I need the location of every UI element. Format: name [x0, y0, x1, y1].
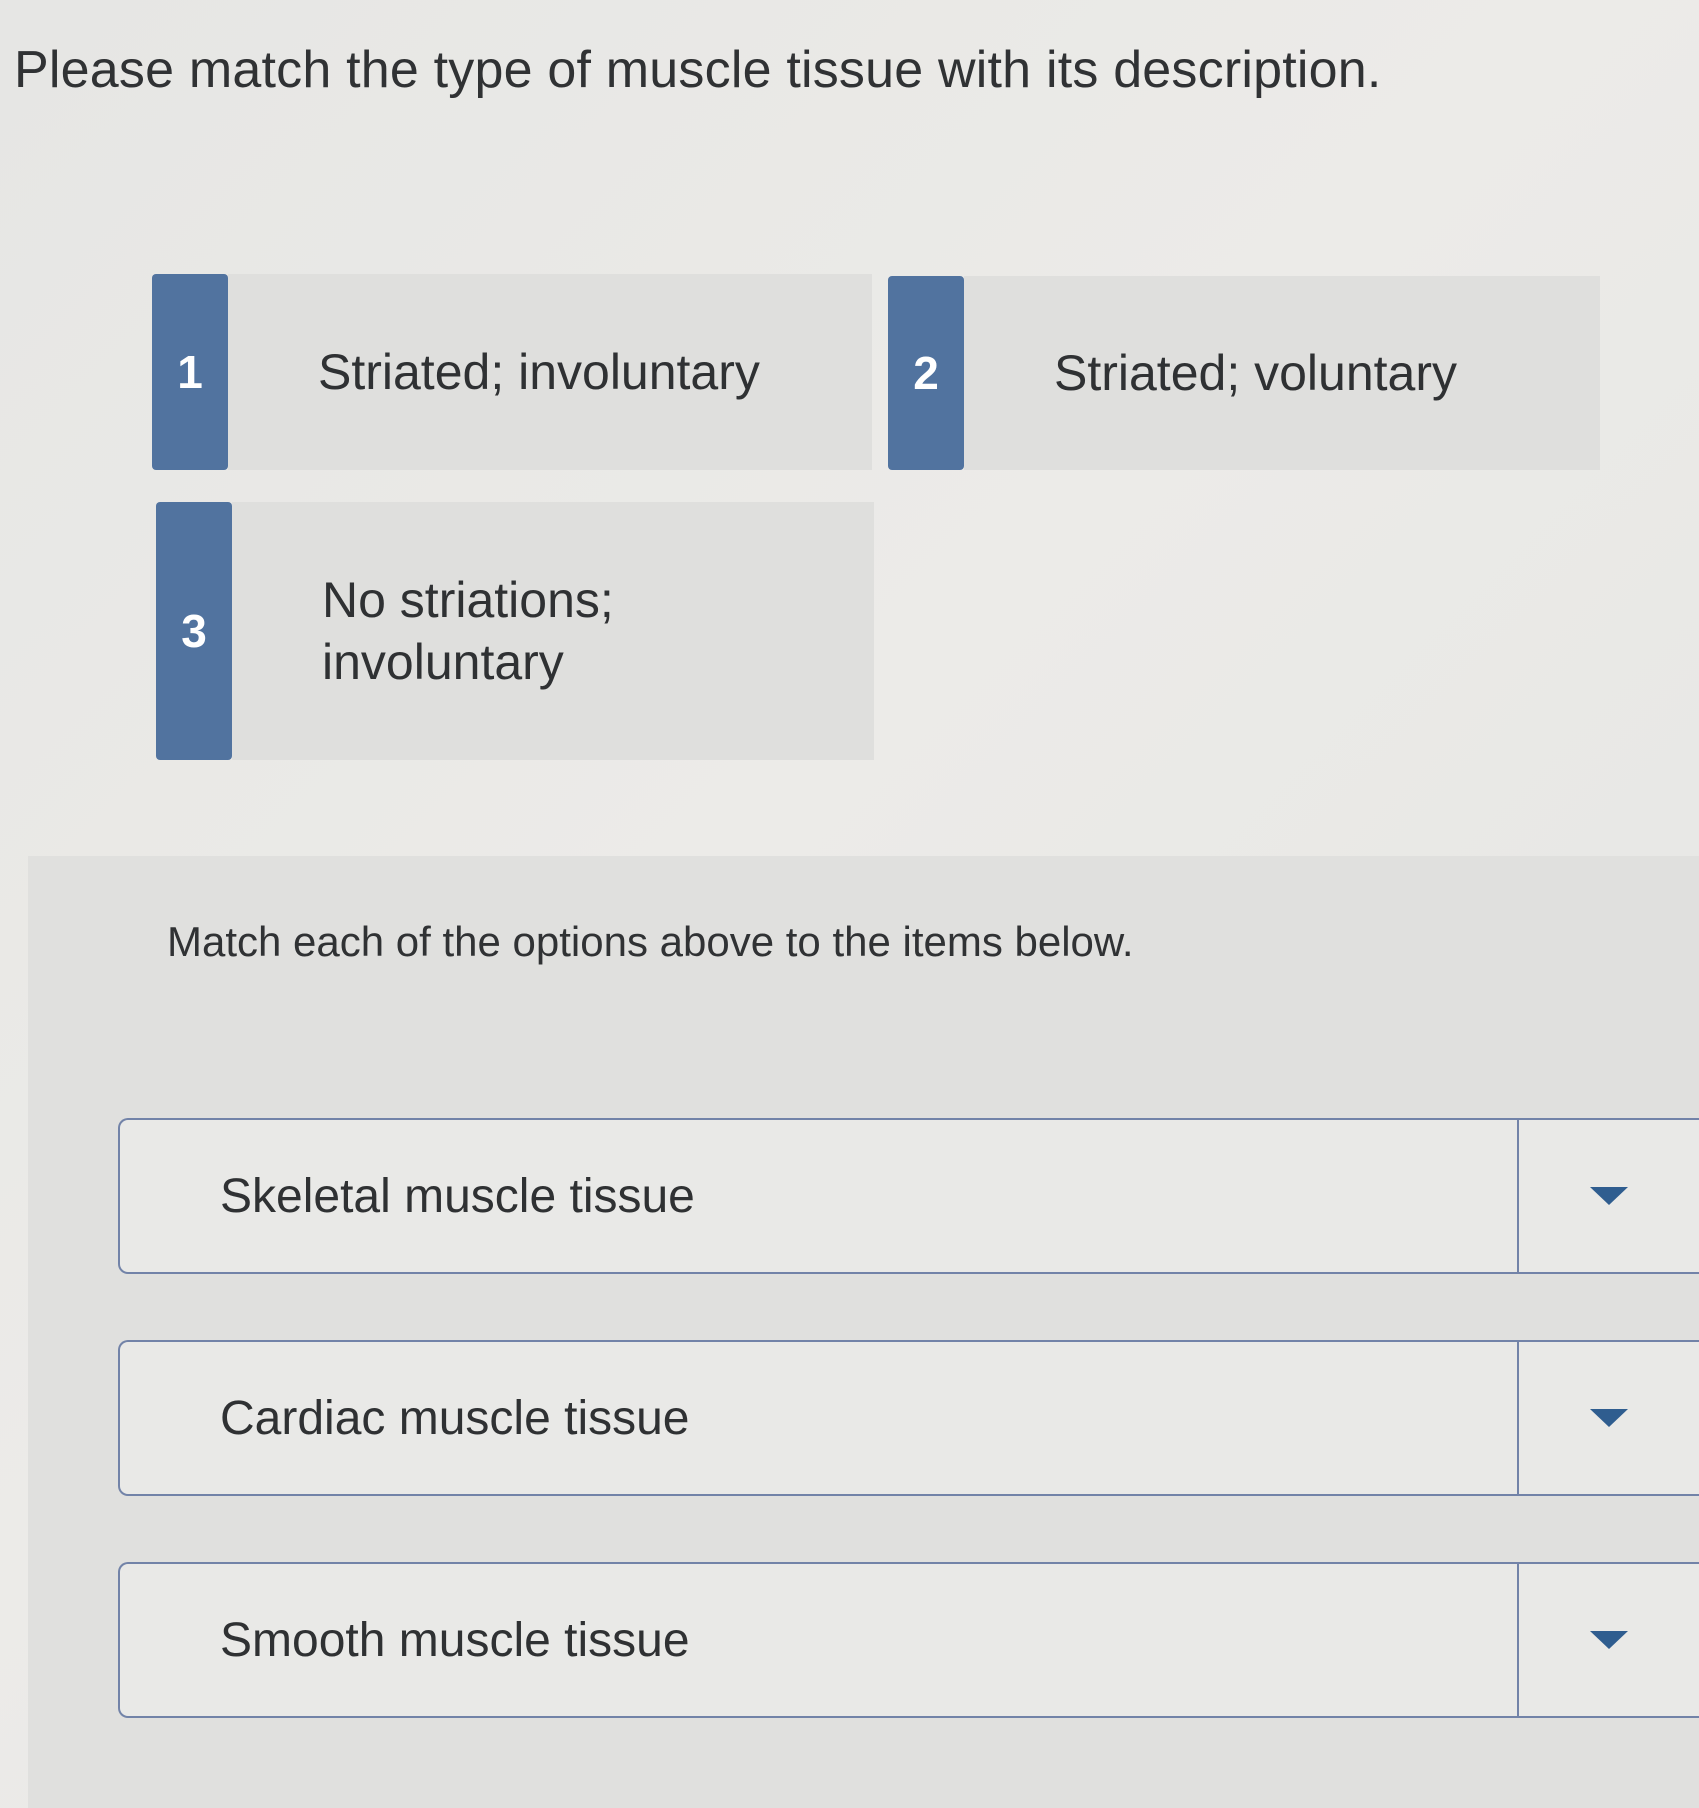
caret-down-icon[interactable]: [1590, 1409, 1628, 1427]
option-number-badge[interactable]: 3: [156, 502, 232, 760]
match-item-skeletal: Skeletal muscle tissue: [118, 1118, 1699, 1274]
match-dropdown[interactable]: [1517, 1120, 1699, 1272]
match-instructions: Match each of the options above to the i…: [167, 918, 1134, 965]
match-item-label: Cardiac muscle tissue: [220, 1391, 690, 1445]
caret-down-icon[interactable]: [1590, 1631, 1628, 1649]
match-item-cardiac: Cardiac muscle tissue: [118, 1340, 1699, 1496]
option-number-badge[interactable]: 2: [888, 276, 964, 470]
match-item-smooth: Smooth muscle tissue: [118, 1562, 1699, 1718]
question-prompt: Please match the type of muscle tissue w…: [14, 41, 1382, 99]
option-text: Striated; involuntary: [228, 274, 872, 470]
match-item-label: Smooth muscle tissue: [220, 1613, 690, 1667]
match-dropdown[interactable]: [1517, 1564, 1699, 1716]
option-number-badge[interactable]: 1: [152, 274, 228, 470]
option-card-1[interactable]: 1 Striated; involuntary: [152, 274, 872, 470]
option-text: Striated; voluntary: [964, 276, 1600, 470]
caret-down-icon[interactable]: [1590, 1187, 1628, 1205]
match-item-label: Skeletal muscle tissue: [220, 1169, 695, 1223]
option-card-3[interactable]: 3 No striations; involuntary: [156, 502, 874, 760]
option-card-2[interactable]: 2 Striated; voluntary: [888, 276, 1600, 470]
option-text: No striations; involuntary: [232, 502, 874, 760]
match-dropdown[interactable]: [1517, 1342, 1699, 1494]
